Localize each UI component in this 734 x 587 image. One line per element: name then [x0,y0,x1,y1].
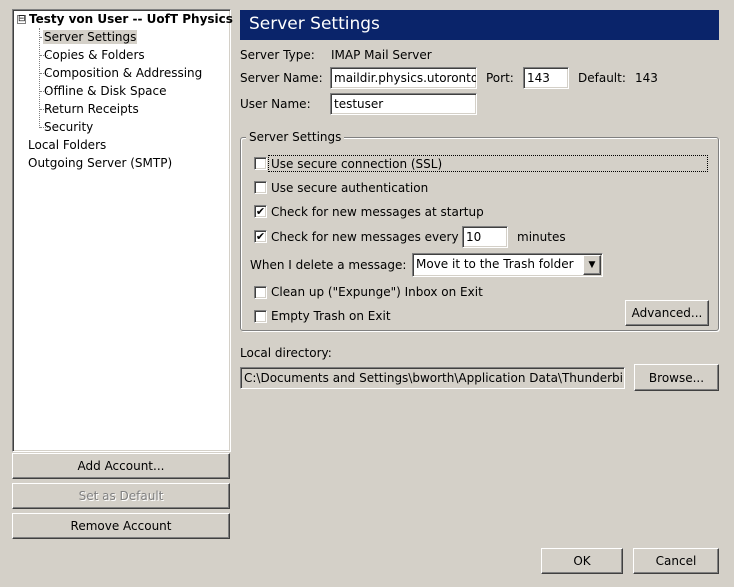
tree-item-outgoing-server[interactable]: Outgoing Server (SMTP) [28,154,172,172]
tree-item-offline[interactable]: Offline & Disk Space [44,82,167,100]
server-name-label: Server Name: [240,71,323,85]
check-interval-field[interactable]: 10 [462,226,508,248]
tree-item-server-settings[interactable]: Server Settings [43,28,138,46]
tree-item-label: Return Receipts [44,102,139,116]
secure-auth-checkbox[interactable] [254,181,267,194]
page-title: Server Settings [240,10,719,40]
tree-item-account[interactable]: Testy von User -- UofT Physics [29,10,233,28]
port-field[interactable]: 143 [523,67,569,89]
tree-connector [39,28,40,128]
advanced-button[interactable]: Advanced... [625,300,709,326]
cancel-button[interactable]: Cancel [633,548,719,574]
browse-button[interactable]: Browse... [634,364,719,391]
default-port-value: 143 [635,71,658,85]
minutes-label: minutes [517,230,566,244]
check-every-label[interactable]: Check for new messages every [271,230,459,244]
check-startup-label[interactable]: Check for new messages at startup [271,205,484,219]
account-label: Testy von User -- UofT Physics [29,12,233,26]
set-default-label: Set as Default [78,489,164,503]
cleanup-label[interactable]: Clean up ("Expunge") Inbox on Exit [271,285,483,299]
local-directory-label: Local directory: [240,346,332,360]
tree-item-label: Copies & Folders [44,48,145,62]
remove-account-button[interactable]: Remove Account [12,513,230,539]
chevron-down-icon[interactable]: ▼ [583,255,601,275]
tree-item-label: Offline & Disk Space [44,84,167,98]
secure-auth-label[interactable]: Use secure authentication [271,181,428,195]
cleanup-checkbox[interactable] [254,286,267,299]
server-type-label: Server Type: [240,48,315,62]
account-tree[interactable]: ⊟ Testy von User -- UofT Physics Server … [12,9,233,452]
tree-item-label: Local Folders [28,138,107,152]
ok-label: OK [573,554,591,568]
tree-item-local-folders[interactable]: Local Folders [28,136,106,154]
ssl-label[interactable]: Use secure connection (SSL) [271,157,442,171]
empty-trash-checkbox[interactable] [254,310,267,323]
tree-item-security[interactable]: Security [44,118,93,136]
delete-action-value: Move it to the Trash folder [416,257,574,271]
set-default-button[interactable]: Set as Default [12,483,230,509]
advanced-label: Advanced... [631,306,703,320]
default-port-label: Default: [578,71,626,85]
remove-account-label: Remove Account [70,519,172,533]
port-label: Port: [486,71,514,85]
server-type-value: IMAP Mail Server [331,48,432,62]
delete-action-select[interactable]: Move it to the Trash folder [412,253,603,277]
group-legend: Server Settings [246,130,345,144]
delete-message-label: When I delete a message: [250,258,407,272]
tree-item-copies-folders[interactable]: Copies & Folders [44,46,145,64]
add-account-button[interactable]: Add Account... [12,453,230,479]
tree-item-return-receipts[interactable]: Return Receipts [44,100,139,118]
check-every-checkbox[interactable]: ✔ [254,230,267,243]
user-name-label: User Name: [240,97,311,111]
user-name-field[interactable]: testuser [330,93,477,115]
tree-item-label: Security [44,120,94,134]
collapse-icon[interactable]: ⊟ [17,15,26,24]
local-directory-field[interactable]: C:\Documents and Settings\bworth\Applica… [240,367,625,389]
cancel-label: Cancel [655,554,697,568]
tree-item-label: Composition & Addressing [44,66,203,80]
server-name-field[interactable]: maildir.physics.utoronto.ca [330,67,477,89]
tree-item-label: Server Settings [43,30,138,44]
ok-button[interactable]: OK [541,548,623,574]
add-account-label: Add Account... [77,459,165,473]
check-startup-checkbox[interactable]: ✔ [254,205,267,218]
empty-trash-label[interactable]: Empty Trash on Exit [271,309,391,323]
tree-item-composition[interactable]: Composition & Addressing [44,64,202,82]
browse-label: Browse... [648,370,705,385]
ssl-checkbox[interactable] [254,157,267,170]
tree-item-label: Outgoing Server (SMTP) [28,156,173,170]
